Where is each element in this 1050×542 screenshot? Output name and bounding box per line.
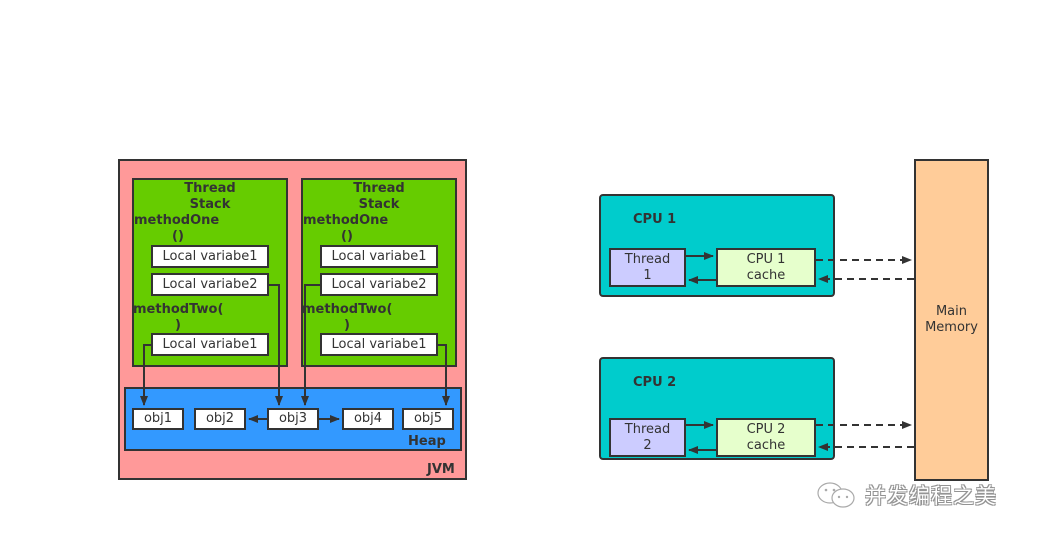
jvm-label: JVM — [427, 462, 455, 477]
watermark-text: 并发编程之美 — [865, 484, 997, 508]
cpu-1-title: CPU 1 — [633, 212, 677, 227]
cache-label-line1: CPU 1 — [746, 252, 786, 267]
cpu-2-cache-box: CPU 2 cache — [716, 418, 816, 457]
local-variable-box: Local variabe2 — [151, 273, 269, 296]
thread-stack-title-line1: Thread — [353, 181, 405, 196]
heap-object-obj2: obj2 — [194, 408, 246, 430]
thread-label-line2: 2 — [643, 438, 652, 453]
wechat-icon — [817, 482, 855, 508]
thread-label-line2: 1 — [643, 268, 652, 283]
method-two-line1: methodTwo( — [302, 302, 393, 317]
method-one-line2: () — [341, 229, 353, 244]
thread-stack-1-title: Thread Stack — [170, 181, 250, 213]
thread-label-line1: Thread — [624, 252, 671, 267]
method-one-line2: () — [172, 229, 184, 244]
cpu-2-title: CPU 2 — [633, 375, 677, 390]
local-variable-box: Local variabe1 — [151, 333, 269, 356]
thread-stack-title-line2: Stack — [358, 197, 400, 212]
method-one-label: methodOne () — [134, 213, 224, 245]
method-two-label: methodTwo( ) — [302, 302, 402, 334]
heap-object-obj3: obj3 — [267, 408, 319, 430]
heap-object-obj5: obj5 — [402, 408, 454, 430]
main-memory-box: Main Memory — [914, 159, 989, 481]
method-one-line1: methodOne — [303, 213, 389, 228]
heap-object-obj4: obj4 — [342, 408, 394, 430]
method-two-label: methodTwo( ) — [133, 302, 233, 334]
main-memory-label-line2: Memory — [925, 320, 978, 335]
main-memory-label-line1: Main — [935, 304, 968, 319]
method-two-line2: ) — [344, 318, 350, 333]
local-variable-box: Local variabe1 — [320, 333, 438, 356]
local-variable-box: Local variabe1 — [151, 245, 269, 268]
method-two-line2: ) — [175, 318, 181, 333]
cpu-1-cache-box: CPU 1 cache — [716, 248, 816, 287]
method-two-line1: methodTwo( — [133, 302, 224, 317]
cache-label-line1: CPU 2 — [746, 422, 786, 437]
watermark: 并发编程之美 — [815, 480, 997, 510]
heap-object-obj1: obj1 — [132, 408, 184, 430]
thread-stack-title-line2: Stack — [189, 197, 231, 212]
thread-2-box: Thread 2 — [609, 418, 686, 457]
thread-1-box: Thread 1 — [609, 248, 686, 287]
cache-label-line2: cache — [746, 438, 786, 453]
heap-label: Heap — [408, 434, 446, 449]
thread-stack-2-title: Thread Stack — [339, 181, 419, 213]
method-one-line1: methodOne — [134, 213, 220, 228]
local-variable-box: Local variabe2 — [320, 273, 438, 296]
thread-stack-title-line1: Thread — [184, 181, 236, 196]
local-variable-box: Local variabe1 — [320, 245, 438, 268]
cache-label-line2: cache — [746, 268, 786, 283]
thread-label-line1: Thread — [624, 422, 671, 437]
method-one-label: methodOne () — [303, 213, 393, 245]
